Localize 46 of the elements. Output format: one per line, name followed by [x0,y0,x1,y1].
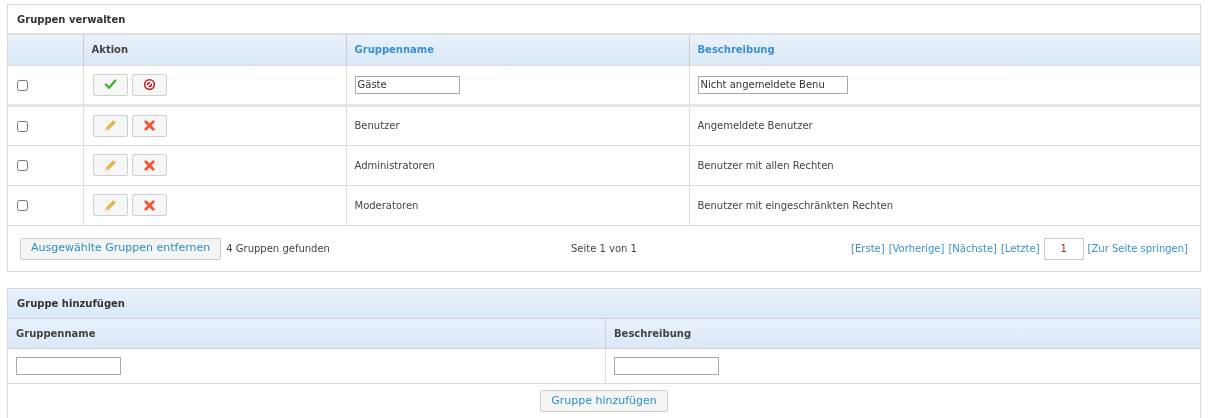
page-info: Seite 1 von 1 [571,242,637,256]
table-cell: Angemeldete Benutzer [697,120,813,131]
pager-link[interactable]: [Letzte] [1000,241,1040,256]
text-field[interactable] [614,357,719,375]
table-cell: Administratoren [354,159,435,171]
column-header[interactable]: Gruppenname [354,44,435,56]
cross-icon [142,119,156,132]
text-field[interactable] [16,357,121,375]
result-count: 4 Gruppen gefunden [226,242,330,256]
delete-button[interactable] [131,114,167,137]
text-field[interactable]: Gäste [354,75,460,94]
column-header[interactable]: Beschreibung [697,44,775,56]
table-cell: Benutzer mit eingeschränkten Rechten [697,199,894,211]
row-checkbox[interactable] [17,160,28,171]
pencil-icon [103,198,117,212]
field-label: Beschreibung [614,327,692,341]
jump-to-page-link[interactable]: [Zur Seite springen] [1087,241,1188,256]
add-group-button[interactable]: Gruppe hinzufügen [540,390,668,412]
edit-button[interactable] [92,154,128,176]
table-cell: Benutzer [354,120,400,131]
table-cell: Benutzer mit allen Rechten [697,159,834,171]
pager-link[interactable]: [Nächste] [948,241,997,256]
delete-button[interactable] [131,194,167,217]
panel-title: Gruppe hinzufügen [8,289,1200,319]
cancel-button[interactable] [131,73,167,96]
text-field[interactable]: Nicht angemeldete Benu [697,75,848,94]
table-cell: Moderatoren [354,199,419,211]
save-button[interactable] [92,73,128,96]
pencil-icon [103,158,117,172]
column-header: Aktion [91,44,129,56]
edit-button[interactable] [92,114,128,137]
check-icon [103,78,117,91]
row-checkbox[interactable] [17,200,28,212]
delete-button[interactable] [131,154,167,176]
field-label: Gruppenname [16,327,96,341]
edit-button[interactable] [92,194,128,217]
row-checkbox[interactable] [17,79,28,91]
cross-icon [142,158,156,172]
prohibited-icon [142,78,156,91]
pager-link[interactable]: [Erste] [851,241,885,256]
row-checkbox[interactable] [17,120,28,132]
pager-link[interactable]: [Vorherige] [888,241,945,256]
pencil-icon [103,119,117,132]
cross-icon [142,198,156,212]
page-number-field[interactable]: 1 [1043,237,1084,260]
remove-selected-button[interactable]: Ausgewählte Gruppen entfernen [20,237,222,260]
